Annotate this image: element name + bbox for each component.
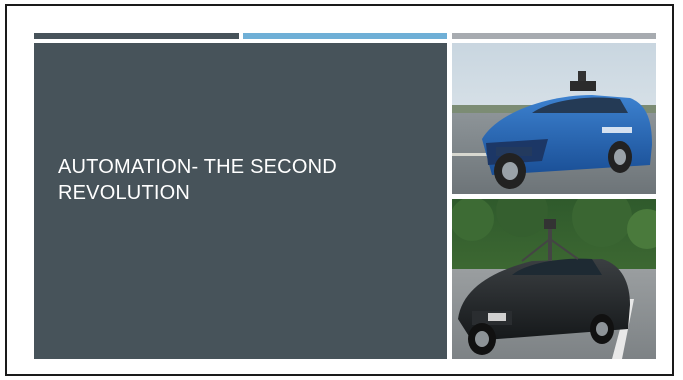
accent-bar-dark (34, 33, 239, 39)
slide: AUTOMATION- THE SECOND REVOLUTION (5, 4, 674, 376)
self-driving-lexus-suv-photo (452, 199, 656, 359)
accent-bar-gray (452, 33, 656, 39)
title-panel: AUTOMATION- THE SECOND REVOLUTION (34, 43, 447, 359)
self-driving-ford-fusion-photo (452, 43, 656, 194)
slide-title: AUTOMATION- THE SECOND REVOLUTION (58, 156, 337, 204)
accent-bar-blue (243, 33, 447, 39)
